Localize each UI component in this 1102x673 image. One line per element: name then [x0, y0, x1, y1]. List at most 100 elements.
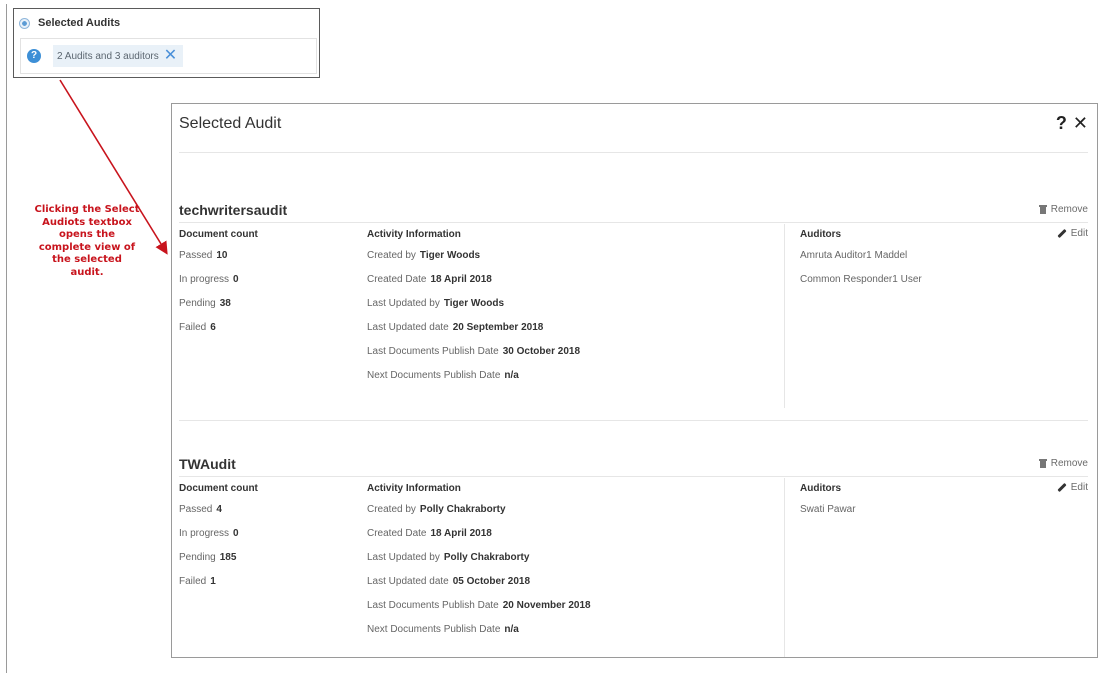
row-label: Passed: [179, 504, 213, 515]
row-label: Next Documents Publish Date: [367, 624, 501, 635]
divider: [179, 420, 1088, 421]
row-label: Created by: [367, 504, 416, 515]
activity-row: Last Updated by Polly Chakraborty: [367, 546, 591, 570]
edit-auditors-button[interactable]: Edit: [1057, 482, 1088, 493]
activity-information-heading: Activity Information: [367, 229, 461, 240]
activity-row: Created Date 18 April 2018: [367, 268, 580, 292]
row-value: Polly Chakraborty: [443, 552, 530, 563]
annotation-line: Audiots textbox: [42, 216, 132, 228]
annotation-note: Clicking the Select Audiots textbox open…: [8, 204, 166, 279]
remove-audit-button[interactable]: Remove: [1038, 458, 1088, 469]
row-label: Pending: [179, 552, 216, 563]
edit-label: Edit: [1070, 482, 1088, 493]
document-count-row: Passed 4: [179, 498, 258, 522]
row-value: 20 November 2018: [502, 600, 591, 611]
divider: [179, 222, 1088, 223]
row-label: Pending: [179, 298, 216, 309]
row-label: Passed: [179, 250, 213, 261]
row-value: n/a: [504, 624, 519, 635]
activity-row: Next Documents Publish Date n/a: [367, 618, 591, 642]
annotation-line: complete view of: [38, 241, 136, 253]
activity-row: Last Updated date 05 October 2018: [367, 570, 591, 594]
auditor-name: Amruta Auditor1 Maddel: [800, 250, 908, 261]
trash-icon: [1038, 459, 1047, 468]
row-value: 0: [233, 274, 239, 285]
document-count-row: In progress 0: [179, 268, 258, 292]
activity-row: Next Documents Publish Date n/a: [367, 364, 580, 388]
dialog-actions: ? ✕: [1056, 113, 1088, 134]
remove-label: Remove: [1050, 204, 1088, 215]
auditors-heading: Auditors: [800, 483, 842, 494]
row-value: 30 October 2018: [502, 346, 580, 357]
row-label: Failed: [179, 322, 207, 333]
row-label: Failed: [179, 576, 207, 587]
divider: [179, 152, 1088, 153]
annotation-line: audit.: [70, 266, 104, 278]
pencil-icon: [1057, 482, 1067, 493]
auditors-column: Auditors Swati Pawar: [800, 482, 856, 522]
row-label: Last Updated by: [367, 552, 440, 563]
help-icon[interactable]: ?: [1056, 113, 1067, 134]
audit-name: techwritersaudit: [179, 202, 288, 218]
activity-row: Created by Polly Chakraborty: [367, 498, 591, 522]
row-value: 18 April 2018: [430, 528, 492, 539]
remove-audit-button[interactable]: Remove: [1038, 204, 1088, 215]
audit-name: TWAudit: [179, 456, 236, 472]
activity-information-column: Activity Information Created by Polly Cha…: [367, 482, 591, 642]
row-label: Created by: [367, 250, 416, 261]
audit-section: techwritersaudit Remove Document count P…: [179, 202, 1088, 422]
edit-auditors-button[interactable]: Edit: [1057, 228, 1088, 239]
row-label: Created Date: [367, 528, 427, 539]
row-label: Last Updated date: [367, 322, 449, 333]
annotation-line: the selected: [52, 254, 122, 265]
audit-section: TWAudit Remove Document count Passed 4 In…: [179, 456, 1088, 657]
row-value: 38: [219, 298, 231, 309]
activity-row: Last Documents Publish Date 30 October 20…: [367, 340, 580, 364]
row-label: Last Updated date: [367, 576, 449, 587]
dialog-title: Selected Audit: [179, 115, 282, 132]
row-value: 0: [233, 528, 239, 539]
document-count-row: Pending 38: [179, 292, 258, 316]
annotation-line: opens the: [58, 229, 116, 240]
row-value: n/a: [504, 370, 519, 381]
row-value: Tiger Woods: [443, 298, 505, 309]
activity-row: Created Date 18 April 2018: [367, 522, 591, 546]
selected-audit-dialog: Selected Audit ? ✕ techwritersaudit Remo…: [171, 103, 1098, 658]
row-value: 6: [210, 322, 216, 333]
document-count-column: Document count Passed 4 In progress 0 Pend…: [179, 482, 258, 594]
pencil-icon: [1057, 228, 1067, 239]
row-label: Last Documents Publish Date: [367, 600, 499, 611]
trash-icon: [1038, 205, 1047, 214]
activity-row: Last Updated date 20 September 2018: [367, 316, 580, 340]
document-count-row: Failed 1: [179, 570, 258, 594]
row-value: 18 April 2018: [430, 274, 492, 285]
document-count-row: In progress 0: [179, 522, 258, 546]
document-count-column: Document count Passed 10 In progress 0 Pen…: [179, 228, 258, 340]
row-label: In progress: [179, 528, 230, 539]
annotation-line: Clicking the Select: [34, 204, 140, 215]
row-value: 4: [216, 504, 222, 515]
activity-information-heading: Activity Information: [367, 483, 461, 494]
column-divider: [784, 478, 785, 657]
edit-label: Edit: [1070, 228, 1088, 239]
row-value: 20 September 2018: [452, 322, 544, 333]
document-count-row: Passed 10: [179, 244, 258, 268]
remove-label: Remove: [1050, 458, 1088, 469]
row-value: Polly Chakraborty: [419, 504, 506, 515]
activity-row: Last Documents Publish Date 20 November 2…: [367, 594, 591, 618]
row-value: 05 October 2018: [452, 576, 530, 587]
document-count-heading: Document count: [179, 229, 258, 240]
activity-information-column: Activity Information Created by Tiger Woo…: [367, 228, 580, 388]
auditor-name: Swati Pawar: [800, 504, 856, 515]
divider: [179, 476, 1088, 477]
column-divider: [784, 224, 785, 408]
row-value: 185: [219, 552, 237, 563]
close-icon[interactable]: ✕: [1073, 113, 1088, 134]
activity-row: Created by Tiger Woods: [367, 244, 580, 268]
row-value: Tiger Woods: [419, 250, 481, 261]
auditors-heading: Auditors: [800, 229, 842, 240]
auditor-name: Common Responder1 User: [800, 274, 922, 285]
document-count-row: Failed 6: [179, 316, 258, 340]
activity-row: Last Updated by Tiger Woods: [367, 292, 580, 316]
row-label: Last Updated by: [367, 298, 440, 309]
